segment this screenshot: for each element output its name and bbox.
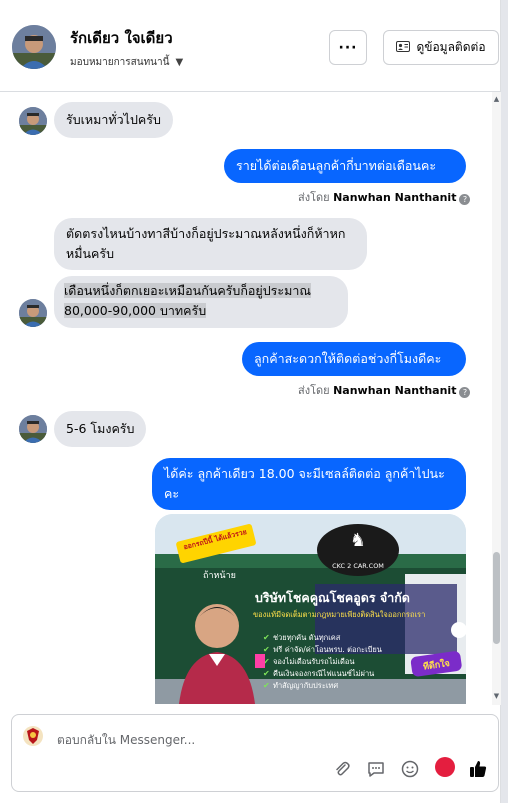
contact-avatar-small[interactable] bbox=[19, 415, 47, 443]
message-line: 80,000-90,000 บาทครับ bbox=[64, 303, 207, 318]
message-line: เดือนหนึ่งก็ตกเยอะเหมือนกันครับก็อยู่ประ… bbox=[64, 283, 311, 298]
ad-tagline: ของแท้มีจดเต็มตามกฎหมายเพียงติดสินใจออกก… bbox=[253, 609, 425, 619]
incoming-message[interactable]: เดือนหนึ่งก็ตกเยอะเหมือนกันครับก็อยู่ประ… bbox=[54, 276, 348, 328]
emoji-icon[interactable] bbox=[400, 759, 420, 779]
contact-avatar[interactable] bbox=[12, 25, 56, 69]
sender-name: Nanwhan Nanthanit bbox=[333, 191, 457, 204]
assign-conversation-dropdown[interactable]: มอบหมายการสนทนานี้ ▼ bbox=[70, 55, 183, 70]
sent-by-prefix: ส่งโดย bbox=[298, 191, 330, 204]
contact-name[interactable]: รักเดียว ใจเดียว bbox=[70, 26, 173, 50]
incoming-message[interactable]: รับเหมาทั่วไปครับ bbox=[54, 102, 173, 138]
ad-bullet: ช่วยทุกคัน ดันทุกเคส bbox=[273, 633, 341, 642]
svg-text:✔: ✔ bbox=[263, 645, 270, 654]
contact-card-icon bbox=[396, 40, 411, 55]
ad-bullet: คืนเงินจองกรณีไฟแนนซ์ไม่ผ่าน bbox=[273, 669, 374, 678]
assign-label: มอบหมายการสนทนานี้ bbox=[70, 57, 170, 68]
incoming-message[interactable]: 5-6 โมงครับ bbox=[54, 411, 147, 447]
ad-bullet: ฟรี ค่าจัด/ค่าโอนพรบ. ต่อกะเบียน bbox=[273, 645, 382, 654]
more-options-button[interactable]: ··· bbox=[329, 30, 367, 65]
view-contact-button[interactable]: ดูข้อมูลติดต่อ bbox=[383, 30, 499, 65]
shared-image[interactable]: ♞ CKC 2 CAR.COM ออกรถปีนี้ ได้แล้วรวย ถ้… bbox=[155, 514, 466, 704]
contact-avatar-small[interactable] bbox=[19, 107, 47, 135]
ad-sign-text: ถ้าหน้าย bbox=[203, 570, 236, 581]
scroll-down-icon[interactable]: ▼ bbox=[492, 692, 501, 700]
ad-logo-text: CKC 2 CAR.COM bbox=[332, 562, 384, 570]
incoming-message[interactable]: ตัดตรงไหนบ้างทาสีบ้างก็อยู่ประมาณหลังหนึ… bbox=[54, 218, 367, 270]
ad-bullet: ทำสัญญากับประเทศ bbox=[273, 681, 338, 690]
sender-name: Nanwhan Nanthanit bbox=[333, 384, 457, 397]
saved-replies-icon[interactable] bbox=[366, 759, 386, 779]
contact-avatar-small[interactable] bbox=[19, 299, 47, 327]
reply-input[interactable]: ตอบกลับใน Messenger... bbox=[57, 731, 195, 750]
conversation-header: รักเดียว ใจเดียว มอบหมายการสนทนานี้ ▼ ··… bbox=[0, 0, 501, 92]
svg-text:♞: ♞ bbox=[350, 530, 366, 551]
reply-composer: ตอบกลับใน Messenger... ฿ bbox=[11, 714, 499, 792]
sent-by-label: ส่งโดย Nanwhan Nanthanit? bbox=[298, 188, 471, 206]
svg-text:✔: ✔ bbox=[263, 681, 270, 690]
sent-by-label: ส่งโดย Nanwhan Nanthanit? bbox=[298, 381, 471, 399]
outgoing-message[interactable]: รายได้ต่อเดือนลูกค้ากี่บาทต่อเดือนคะ bbox=[224, 149, 466, 183]
info-icon[interactable]: ? bbox=[459, 194, 471, 205]
payments-icon[interactable]: ฿ bbox=[434, 757, 455, 779]
composer-toolbar: ฿ bbox=[332, 757, 488, 779]
outgoing-message[interactable]: ได้ค่ะ ลูกค้าเดียว 18.00 จะมีเซลล์ติดต่อ… bbox=[152, 458, 466, 510]
messenger-panel: รักเดียว ใจเดียว มอบหมายการสนทนานี้ ▼ ··… bbox=[0, 0, 501, 803]
scroll-up-icon[interactable]: ▲ bbox=[492, 95, 501, 103]
attachment-icon[interactable] bbox=[332, 759, 352, 779]
svg-text:✔: ✔ bbox=[263, 633, 270, 642]
svg-text:✔: ✔ bbox=[263, 669, 270, 678]
info-icon[interactable]: ? bbox=[459, 387, 471, 398]
ad-bullet: จองไม่เดือนรับรถไม่เดือน bbox=[273, 657, 354, 666]
notification-dot bbox=[435, 757, 455, 777]
view-contact-label: ดูข้อมูลติดต่อ bbox=[416, 40, 486, 54]
page-avatar bbox=[22, 725, 44, 747]
thread-scrollbar[interactable]: ▲ ▼ bbox=[492, 92, 501, 705]
thumbs-up-icon[interactable] bbox=[468, 759, 488, 779]
outgoing-message[interactable]: ลูกค้าสะดวกให้ติดต่อช่วงกี่โมงดีคะ bbox=[242, 342, 466, 376]
chevron-down-icon: ▼ bbox=[175, 57, 184, 68]
scrollbar-thumb[interactable] bbox=[493, 552, 500, 644]
sent-by-prefix: ส่งโดย bbox=[298, 384, 330, 397]
ad-company: บริษัทโชคคูณโชคอูดร จำกัด bbox=[255, 590, 410, 606]
